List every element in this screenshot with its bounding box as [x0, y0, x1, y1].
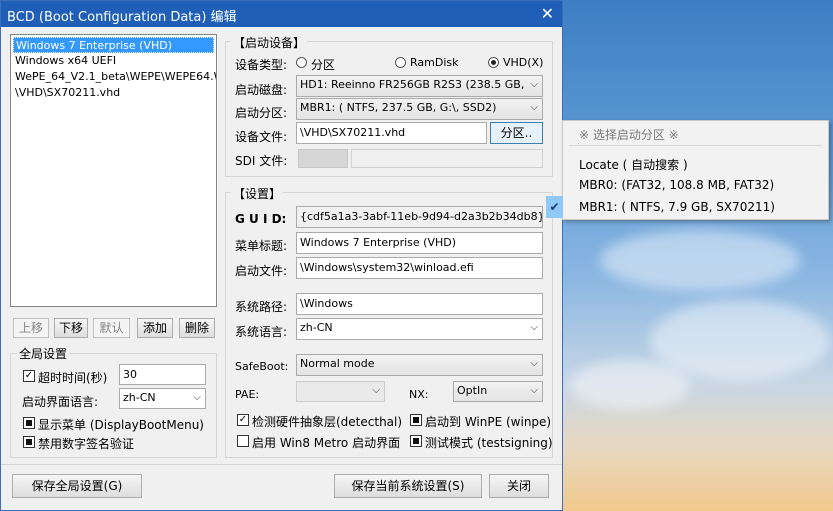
system-lang-value: zh-CN — [300, 321, 333, 334]
safeboot-label: SafeBoot: — [235, 360, 289, 373]
timeout-checkbox[interactable]: ✓ — [23, 370, 35, 382]
metro-checkbox[interactable] — [237, 435, 249, 447]
popup-menu-item[interactable]: Locate ( 自动搜索 ) — [579, 156, 688, 173]
pae-select[interactable]: ⌵ — [296, 381, 385, 402]
boot-partition-select[interactable]: MBR1: ( NTFS, 237.5 GB, G:\, SSD2) ⌵ — [296, 98, 543, 120]
metro-label: 启用 Win8 Metro 启动界面 — [252, 436, 401, 450]
nx-value: OptIn — [457, 384, 488, 397]
close-icon[interactable]: ✕ — [541, 4, 554, 23]
show-menu-checkbox[interactable] — [23, 417, 35, 429]
system-path-label: 系统路径: — [235, 300, 288, 314]
system-lang-label: 系统语言: — [235, 325, 288, 339]
winpe-label: 启动到 WinPE (winpe) — [425, 415, 552, 429]
bcd-editor-window: BCD (Boot Configuration Data) 编辑 ✕ Windo… — [0, 0, 563, 511]
list-item[interactable]: WePE_64_V2.1_beta\WEPE\WEPE64.WIM — [13, 69, 216, 85]
popup-menu-item[interactable]: MBR0: (FAT32, 108.8 MB, FAT32) — [579, 178, 774, 192]
show-menu-label: 显示菜单 (DisplayBootMenu) — [38, 418, 204, 432]
testsigning-label: 测试模式 (testsigning) — [425, 436, 553, 450]
radio-vhd[interactable] — [488, 57, 499, 68]
system-path-input[interactable]: \Windows — [296, 293, 543, 315]
list-item[interactable]: Windows 7 Enterprise (VHD) — [13, 37, 214, 53]
set-default-button[interactable]: 默认 — [93, 318, 130, 338]
boot-partition-label: 启动分区: — [235, 106, 288, 120]
global-settings-title: 全局设置 — [17, 345, 70, 362]
popup-menu-item[interactable]: MBR1: ( NTFS, 7.9 GB, SX70211) — [579, 200, 775, 214]
boot-lang-value: zh-CN — [123, 391, 156, 404]
boot-lang-select[interactable]: zh-CN ⌵ — [119, 388, 206, 409]
delete-entry-button[interactable]: 删除 — [179, 318, 215, 338]
partition-popup-menu: ※ 选择启动分区 ※ Locate ( 自动搜索 ) MBR0: (FAT32,… — [562, 120, 829, 220]
detecthal-checkbox[interactable]: ✓ — [237, 414, 249, 426]
chevron-down-icon: ⌵ — [530, 385, 538, 396]
sdi-file-label: SDI 文件: — [235, 154, 288, 168]
window-title: BCD (Boot Configuration Data) 编辑 — [7, 10, 237, 25]
settings-title: 【设置】 — [231, 185, 284, 202]
chevron-down-icon: ⌵ — [530, 102, 538, 113]
pae-label: PAE: — [235, 388, 260, 401]
boot-file-label: 启动文件: — [235, 264, 288, 278]
chevron-down-icon: ⌵ — [530, 358, 538, 369]
timeout-label: 超时时间(秒) — [38, 371, 108, 385]
popup-divider — [569, 145, 822, 146]
boot-entry-list[interactable]: Windows 7 Enterprise (VHD) Windows x64 U… — [10, 34, 217, 307]
title-bar: BCD (Boot Configuration Data) 编辑 ✕ — [1, 1, 562, 27]
nx-label: NX: — [409, 388, 429, 401]
checkmark-icon: ✔ — [546, 196, 563, 218]
popup-header: ※ 选择启动分区 ※ — [579, 128, 679, 142]
list-item[interactable]: Windows x64 UEFI — [13, 53, 216, 69]
menu-title-input[interactable]: Windows 7 Enterprise (VHD) — [296, 232, 543, 254]
divider — [1, 464, 562, 465]
boot-file-input[interactable]: \Windows\system32\winload.efi — [296, 257, 543, 279]
boot-partition-value: MBR1: ( NTFS, 237.5 GB, G:\, SSD2) — [300, 101, 497, 114]
guid-label: G U I D: — [235, 212, 287, 226]
radio-partition-label: 分区 — [311, 58, 336, 72]
close-button[interactable]: 关闭 — [489, 474, 549, 498]
boot-disk-label: 启动磁盘: — [235, 83, 288, 97]
save-global-button[interactable]: 保存全局设置(G) — [12, 474, 142, 498]
cloud-decoration — [650, 300, 830, 380]
move-up-button[interactable]: 上移 — [13, 318, 49, 338]
nx-select[interactable]: OptIn ⌵ — [453, 381, 543, 402]
list-item[interactable]: \VHD\SX70211.vhd — [13, 85, 216, 101]
chevron-down-icon: ⌵ — [530, 79, 538, 90]
cloud-decoration — [600, 230, 800, 290]
detecthal-label: 检测硬件抽象层(detecthal) — [252, 415, 403, 429]
partition-picker-button[interactable]: 分区.. — [490, 122, 543, 144]
system-lang-select[interactable]: zh-CN ⌵ — [296, 318, 543, 340]
safeboot-select[interactable]: Normal mode ⌵ — [296, 354, 543, 376]
radio-vhd-label: VHD(X) — [503, 56, 544, 69]
sdi-partition-box — [298, 149, 348, 168]
boot-device-title: 【启动设备】 — [231, 34, 308, 51]
device-file-label: 设备文件: — [235, 130, 288, 144]
device-file-input[interactable]: \VHD\SX70211.vhd — [296, 122, 487, 144]
testsigning-checkbox[interactable] — [410, 435, 422, 447]
boot-disk-value: HD1: Reeinno FR256GB R2S3 (238.5 GB, F: … — [300, 78, 524, 91]
save-current-button[interactable]: 保存当前系统设置(S) — [334, 474, 482, 498]
add-entry-button[interactable]: 添加 — [137, 318, 173, 338]
chevron-down-icon: ⌵ — [193, 392, 201, 403]
boot-disk-select[interactable]: HD1: Reeinno FR256GB R2S3 (238.5 GB, F: … — [296, 75, 543, 97]
move-down-button[interactable]: 下移 — [54, 318, 88, 338]
disable-signature-checkbox[interactable] — [23, 436, 35, 448]
device-type-label: 设备类型: — [235, 58, 288, 72]
radio-ramdisk-label: RamDisk — [410, 56, 459, 69]
disable-signature-label: 禁用数字签名验证 — [38, 437, 135, 451]
chevron-down-icon: ⌵ — [530, 322, 538, 333]
guid-field: {cdf5a1a3-3abf-11eb-9d94-d2a3b2b34db8} — [296, 206, 543, 228]
chevron-down-icon: ⌵ — [372, 385, 380, 396]
radio-ramdisk[interactable] — [395, 57, 406, 68]
timeout-input[interactable]: 30 — [119, 364, 206, 385]
menu-title-label: 菜单标题: — [235, 239, 288, 253]
radio-partition[interactable] — [296, 57, 307, 68]
safeboot-value: Normal mode — [300, 357, 375, 370]
boot-lang-label: 启动界面语言: — [22, 395, 99, 409]
winpe-checkbox[interactable] — [410, 414, 422, 426]
sdi-file-input[interactable] — [351, 149, 543, 168]
cloud-decoration — [570, 360, 690, 410]
